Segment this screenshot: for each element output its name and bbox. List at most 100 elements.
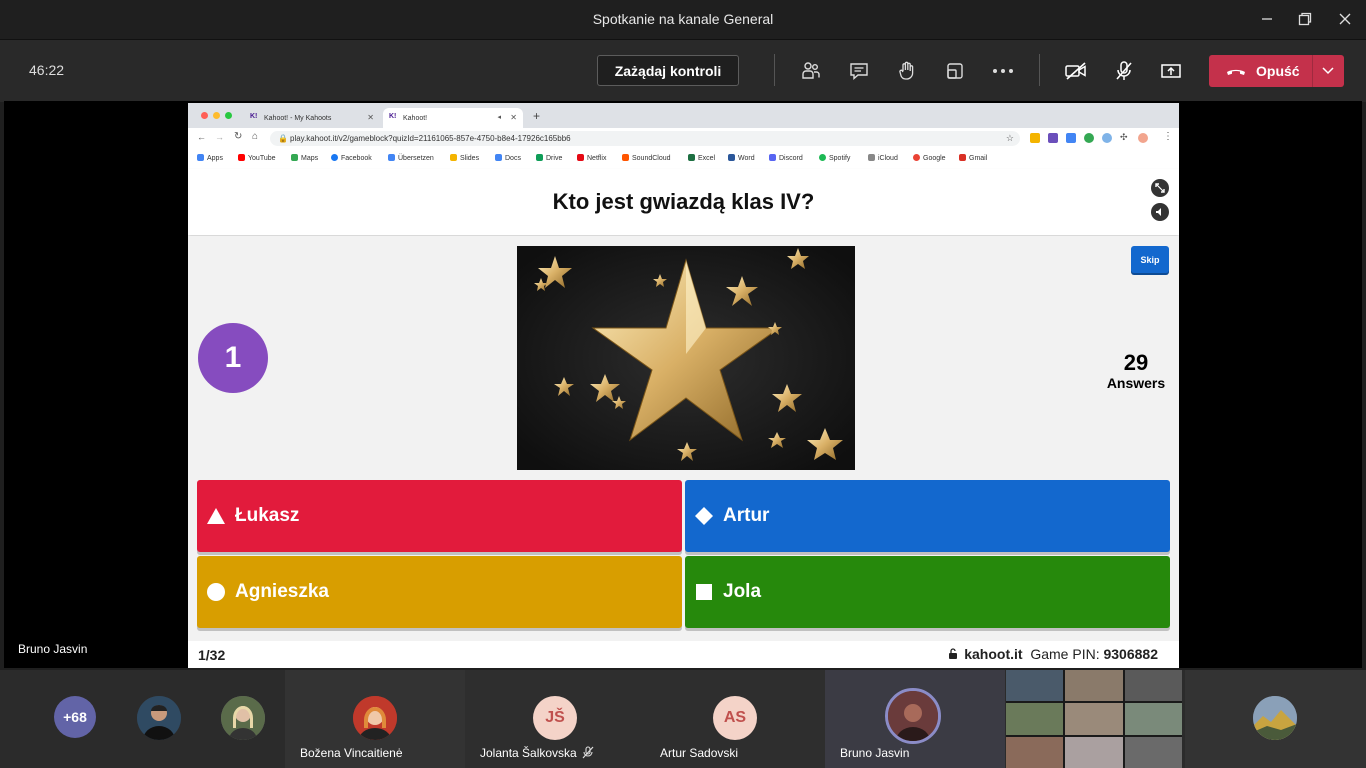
game-pin-label: Game PIN:: [1030, 646, 1100, 662]
bookmark-google[interactable]: Google: [913, 154, 946, 162]
sound-icon[interactable]: [1151, 203, 1169, 221]
triangle-icon: [207, 507, 225, 525]
participant-tile[interactable]: Božena Vincaitienė: [285, 670, 465, 768]
bookmark-apps[interactable]: Apps: [197, 154, 223, 162]
avatar[interactable]: [137, 696, 181, 740]
bookmark-gmail[interactable]: Gmail: [959, 154, 987, 162]
avatar: [353, 696, 397, 740]
participant-name: Božena Vincaitienė: [300, 746, 403, 760]
home-icon[interactable]: ⌂: [252, 131, 258, 142]
bookmark-discord[interactable]: Discord: [769, 154, 803, 162]
browser-address-bar: ← → ↻ ⌂ 🔒 play.kahoot.it/v2/gameblock?qu…: [188, 128, 1179, 149]
bookmark-translate[interactable]: Übersetzen: [388, 154, 434, 162]
toolbar-divider: [774, 54, 775, 86]
close-icon[interactable]: [1334, 8, 1356, 30]
participant-tile[interactable]: [1185, 670, 1366, 768]
restore-icon[interactable]: [1294, 8, 1316, 30]
forward-icon[interactable]: →: [215, 132, 224, 142]
bookmark-youtube[interactable]: YouTube: [238, 154, 276, 162]
hang-up-icon: [1227, 69, 1245, 75]
url-text: play.kahoot.it/v2/gameblock?quizId=21161…: [290, 134, 571, 143]
answer-option-red[interactable]: Łukasz: [197, 480, 682, 552]
chat-icon[interactable]: [847, 59, 871, 83]
camera-off-icon[interactable]: [1064, 59, 1088, 83]
back-icon[interactable]: ←: [197, 132, 206, 142]
mac-close-dot[interactable]: [201, 112, 208, 119]
answer-option-blue[interactable]: Artur: [685, 480, 1170, 552]
extension-icon[interactable]: [1030, 133, 1040, 143]
mac-minimize-dot[interactable]: [213, 112, 220, 119]
breakout-rooms-icon[interactable]: [943, 59, 967, 83]
kahoot-site: kahoot.it: [964, 646, 1023, 662]
browser-tab[interactable]: K! Kahoot! - My Kahoots ✕: [244, 108, 380, 128]
video-thumbnail: [1006, 670, 1064, 702]
bookmark-excel[interactable]: Excel: [688, 154, 715, 162]
extension-icon[interactable]: [1048, 133, 1058, 143]
new-tab-icon[interactable]: +: [533, 109, 540, 123]
answer-option-yellow[interactable]: Agnieszka: [197, 556, 682, 628]
participant-tile[interactable]: JŠ Jolanta Šalkovska: [465, 670, 645, 768]
presenter-name: Bruno Jasvin: [18, 642, 88, 656]
bookmark-drive[interactable]: Drive: [536, 154, 562, 162]
extension-icon[interactable]: [1084, 133, 1094, 143]
unlock-icon[interactable]: [948, 648, 958, 660]
avatar: AS: [713, 696, 757, 740]
bookmark-netflix[interactable]: Netflix: [577, 154, 606, 162]
tab-audio-icon[interactable]: ◂: [497, 113, 501, 121]
fullscreen-icon[interactable]: [1151, 179, 1169, 197]
extension-icon[interactable]: [1066, 133, 1076, 143]
answers-counter: 29 Answers: [1096, 351, 1176, 392]
bookmark-maps[interactable]: Maps: [291, 154, 318, 162]
avatar: [1253, 696, 1297, 740]
video-thumbnail: [1124, 703, 1182, 735]
extensions-puzzle-icon[interactable]: ✣: [1120, 132, 1128, 143]
overflow-participants-badge[interactable]: +68: [54, 696, 96, 738]
video-thumbnail: [1124, 670, 1182, 702]
bookmark-word[interactable]: Word: [728, 154, 755, 162]
share-screen-icon[interactable]: [1159, 59, 1183, 83]
diamond-icon: [695, 507, 713, 525]
bookmark-docs[interactable]: Docs: [495, 154, 521, 162]
answer-option-green[interactable]: Jola: [685, 556, 1170, 628]
lock-icon: 🔒: [278, 134, 288, 143]
leave-label: Opuść: [1256, 63, 1300, 79]
video-thumbnail: [1124, 736, 1182, 768]
profile-avatar-icon[interactable]: [1138, 133, 1148, 143]
chevron-down-icon[interactable]: [1322, 67, 1334, 75]
countdown-timer: 1: [198, 323, 268, 393]
question-progress: 1/32: [198, 647, 226, 663]
browser-tab-active[interactable]: K! Kahoot! ◂ ✕: [383, 108, 523, 128]
bookmarks-bar: Apps YouTube Maps Facebook Übersetzen Sl…: [188, 149, 1179, 170]
bookmark-icloud[interactable]: iCloud: [868, 154, 898, 162]
leave-button[interactable]: Opuść: [1209, 55, 1344, 87]
avatar[interactable]: [221, 696, 265, 740]
bookmark-facebook[interactable]: Facebook: [331, 154, 372, 162]
participant-tile-speaking[interactable]: Bruno Jasvin: [825, 670, 1005, 768]
reload-icon[interactable]: ↻: [234, 131, 242, 142]
more-options-icon[interactable]: [991, 59, 1015, 83]
request-control-button[interactable]: Zażądaj kontroli: [597, 55, 739, 86]
participant-tile[interactable]: AS Artur Sadovski: [645, 670, 825, 768]
video-grid-tile[interactable]: [1006, 670, 1182, 768]
answer-label: Artur: [723, 505, 770, 526]
tab-close-icon[interactable]: ✕: [367, 113, 374, 122]
browser-menu-icon[interactable]: ⋮: [1163, 131, 1173, 142]
skip-button[interactable]: Skip: [1131, 246, 1169, 273]
tab-close-icon[interactable]: ✕: [510, 113, 517, 122]
bookmark-soundcloud[interactable]: SoundCloud: [622, 154, 671, 162]
raise-hand-icon[interactable]: [895, 59, 919, 83]
square-icon: [695, 583, 713, 601]
minimize-icon[interactable]: [1256, 8, 1278, 30]
kahoot-footer: 1/32 kahoot.it Game PIN: 9306882: [188, 641, 1179, 668]
shared-screen: K! Kahoot! - My Kahoots ✕ K! Kahoot! ◂ ✕…: [188, 103, 1179, 668]
bookmark-star-icon[interactable]: ☆: [1006, 131, 1014, 146]
video-thumbnail: [1006, 736, 1064, 768]
mic-off-icon[interactable]: [1112, 59, 1136, 83]
bookmark-spotify[interactable]: Spotify: [819, 154, 850, 162]
mac-zoom-dot[interactable]: [225, 112, 232, 119]
bookmark-slides[interactable]: Slides: [450, 154, 479, 162]
url-input[interactable]: 🔒 play.kahoot.it/v2/gameblock?quizId=211…: [270, 131, 1020, 146]
game-pin-area: kahoot.it Game PIN: 9306882: [948, 646, 1158, 662]
participants-icon[interactable]: [799, 59, 823, 83]
cloud-extension-icon[interactable]: [1102, 133, 1112, 143]
